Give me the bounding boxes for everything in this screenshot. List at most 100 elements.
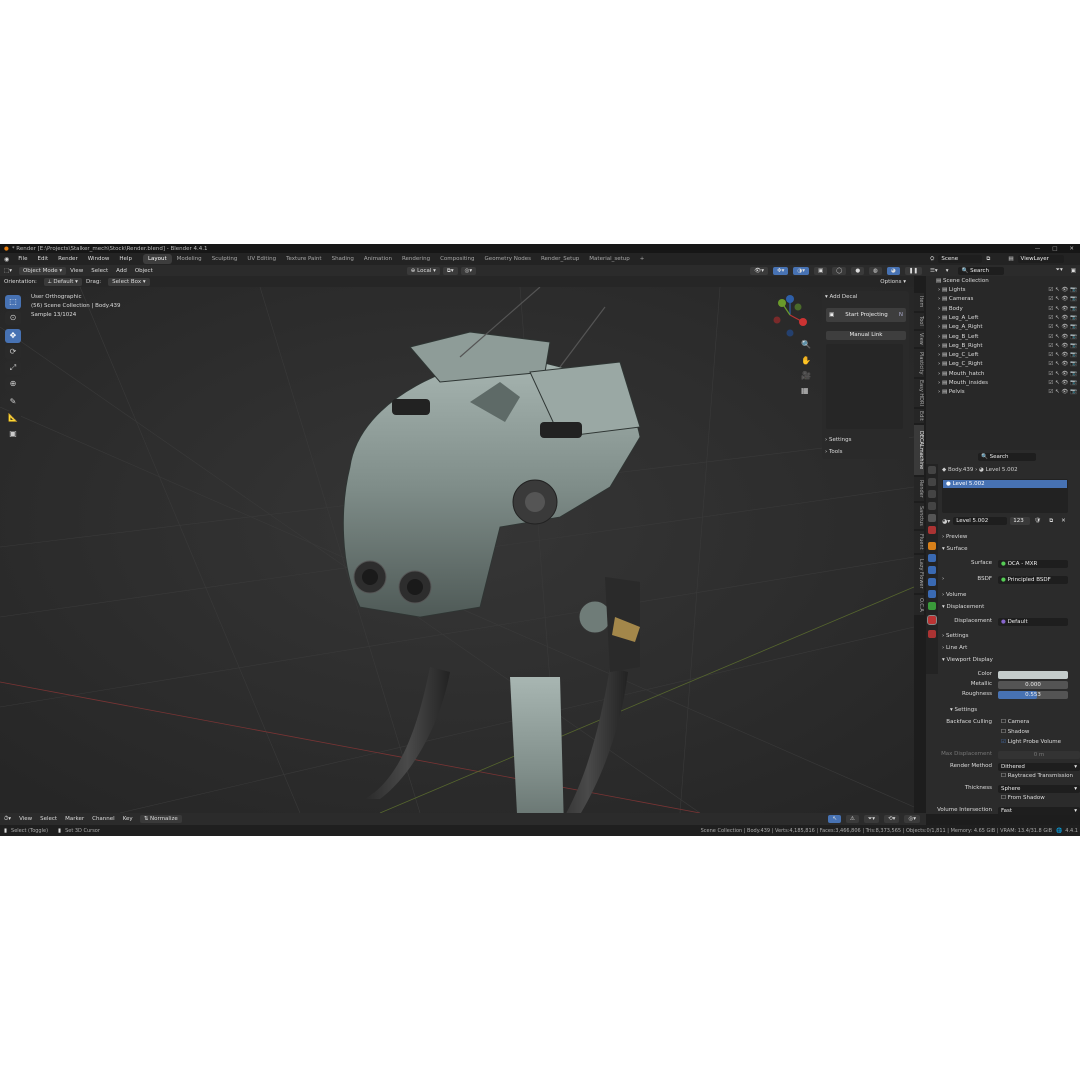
bsdf-node-field[interactable]: ● Principled BSDF [998, 576, 1068, 584]
tab-modeling[interactable]: Modeling [172, 254, 207, 264]
from-shadow-checkbox[interactable]: ☐ From Shadow [1001, 795, 1078, 805]
shadow-checkbox[interactable]: ☐ Shadow [1001, 729, 1078, 739]
menu-help[interactable]: Help [114, 256, 137, 262]
visibility-toggles-icon[interactable]: ☑ ↖ 👁 📷 [1048, 324, 1077, 330]
section-vd-settings[interactable]: ▾ Settings [950, 707, 1078, 717]
tab-layout[interactable]: Layout [142, 254, 172, 264]
material-browse-icon[interactable]: ◕▾ [942, 518, 950, 525]
timeline-marker-menu[interactable]: Marker [61, 816, 88, 822]
drag-dropdown[interactable]: Select Box ▾ [108, 277, 150, 286]
visibility-toggles-icon[interactable]: ☑ ↖ 👁 📷 [1048, 315, 1077, 321]
section-surface[interactable]: ▾ Surface [942, 546, 1078, 556]
timeline-view-menu[interactable]: View [15, 816, 36, 822]
close-icon[interactable]: ✕ [1069, 246, 1074, 252]
tab-decalmachine[interactable]: DECALmachine [914, 425, 924, 475]
tab-animation[interactable]: Animation [359, 254, 397, 264]
display-mode-icon[interactable]: ▾ [942, 268, 953, 274]
show-errors-icon[interactable]: ⚠ [845, 815, 859, 823]
constraints-tab-icon[interactable] [928, 590, 936, 598]
section-preview[interactable]: › Preview [942, 534, 1078, 544]
tab-texture-paint[interactable]: Texture Paint [281, 254, 327, 264]
cursor-tool-icon[interactable]: ⊙ [5, 311, 21, 325]
new-collection-icon[interactable]: ▣ [1067, 268, 1080, 274]
visibility-toggles-icon[interactable]: ☑ ↖ 👁 📷 [1048, 334, 1077, 340]
proportional-icon[interactable]: ◎▾ [460, 266, 477, 275]
timeline-select-menu[interactable]: Select [36, 816, 61, 822]
scene-selector[interactable]: Scene [938, 255, 983, 263]
outliner-item[interactable]: › ▤ Leg_C_Right ☑ ↖ 👁 📷 [926, 361, 1080, 370]
rotate-tool-icon[interactable]: ⟳ [5, 345, 21, 359]
roughness-slider[interactable]: 0.553 [998, 691, 1068, 699]
snap-icon[interactable]: ⧉▾ [442, 266, 458, 275]
tools-subpanel[interactable]: › Tools [825, 449, 843, 455]
outliner-item[interactable]: › ▤ Mouth_hatch ☑ ↖ 👁 📷 [926, 371, 1080, 380]
visibility-toggles-icon[interactable]: ☑ ↖ 👁 📷 [1048, 343, 1077, 349]
object-tab-icon[interactable] [928, 542, 936, 550]
unlink-material-icon[interactable]: ✕ [1057, 518, 1070, 524]
outliner-item[interactable]: › ▤ Leg_A_Left ☑ ↖ 👁 📷 [926, 315, 1080, 324]
tab-fluent[interactable]: Fluent [914, 531, 924, 553]
blender-menu-icon[interactable]: ◉ [0, 256, 13, 263]
volume-intersection-dropdown[interactable]: Fast ▾ [998, 807, 1080, 815]
view-layer-tab-icon[interactable] [928, 502, 936, 510]
tab-material-setup[interactable]: Material_setup [584, 254, 634, 264]
outliner-item[interactable]: › ▤ Body ☑ ↖ 👁 📷 [926, 306, 1080, 315]
fake-user-icon[interactable]: 🛡 [1030, 518, 1045, 524]
tab-render-setup[interactable]: Render_Setup [536, 254, 584, 264]
outliner-root[interactable]: ▤ Scene Collection [926, 278, 1080, 287]
shading-rendered-icon[interactable]: ◕ [886, 266, 900, 275]
tab-item[interactable]: Item [914, 293, 924, 311]
camera-view-icon[interactable]: 🎥 [801, 371, 811, 380]
texture-tab-icon[interactable] [928, 630, 936, 638]
visibility-icon[interactable]: 👁▾ [750, 266, 769, 275]
tab-rendering[interactable]: Rendering [397, 254, 435, 264]
xray-icon[interactable]: ▣ [813, 266, 828, 275]
tab-edit[interactable]: Edit [914, 409, 924, 423]
add-menu[interactable]: Add [112, 268, 131, 274]
visibility-toggles-icon[interactable]: ☑ ↖ 👁 📷 [1048, 371, 1077, 377]
outliner-search-input[interactable]: 🔍 Search [958, 266, 1005, 275]
view-menu[interactable]: View [66, 268, 87, 274]
section-volume[interactable]: › Volume [942, 592, 1078, 602]
gizmo-icon[interactable]: ✥▾ [773, 266, 789, 275]
copy-scene-icon[interactable]: ⧉ [982, 256, 994, 263]
outliner-item[interactable]: › ▤ Leg_C_Left ☑ ↖ 👁 📷 [926, 352, 1080, 361]
material-users-count[interactable]: 123 [1010, 517, 1031, 525]
timeline-filter-icon[interactable]: ⏷▾ [863, 815, 880, 823]
new-material-icon[interactable]: ⧉ [1045, 518, 1057, 525]
shading-wire-icon[interactable]: ◯ [832, 266, 847, 275]
object-mode-dropdown[interactable]: Object Mode ▾ [18, 266, 67, 275]
menu-window[interactable]: Window [83, 256, 115, 262]
data-tab-icon[interactable] [928, 602, 936, 610]
world-tab-icon[interactable] [928, 526, 936, 534]
tab-sculpting[interactable]: Sculpting [207, 254, 243, 264]
light-probe-checkbox[interactable]: ☑ Light Probe Volume [1001, 739, 1078, 749]
zoom-icon[interactable]: 🔍 [801, 340, 811, 349]
material-slot-item[interactable]: ● Level 5.002 [943, 480, 1067, 488]
tab-oca[interactable]: O.C.A [914, 595, 924, 615]
shading-material-icon[interactable]: ◍ [869, 266, 882, 275]
maximize-icon[interactable]: □ [1052, 246, 1057, 252]
visibility-toggles-icon[interactable]: ☑ ↖ 👁 📷 [1048, 296, 1077, 302]
menu-render[interactable]: Render [53, 256, 83, 262]
visibility-toggles-icon[interactable]: ☑ ↖ 👁 📷 [1048, 389, 1077, 395]
tab-view[interactable]: View [914, 331, 924, 347]
pivot-dropdown[interactable]: ⊕ Local ▾ [406, 266, 440, 275]
move-tool-icon[interactable]: ✥ [5, 329, 21, 343]
section-line-art[interactable]: › Line Art [942, 645, 1078, 655]
properties-search-input[interactable]: 🔍 Search [978, 453, 1036, 461]
menu-file[interactable]: File [13, 256, 32, 262]
filter-icon[interactable]: ⏷▾ [1052, 267, 1067, 274]
particles-tab-icon[interactable] [928, 566, 936, 574]
tab-lazy-flower[interactable]: Lazy Flower [914, 555, 924, 593]
editor-type-icon[interactable]: ⬚▾ [0, 268, 16, 274]
tab-geometry-nodes[interactable]: Geometry Nodes [480, 254, 536, 264]
visibility-toggles-icon[interactable]: ☑ ↖ 👁 📷 [1048, 380, 1077, 386]
viewlayer-selector[interactable]: ViewLayer [1017, 255, 1064, 263]
tab-shading[interactable]: Shading [327, 254, 359, 264]
outliner-item[interactable]: › ▤ Leg_B_Left ☑ ↖ 👁 📷 [926, 334, 1080, 343]
section-settings[interactable]: › Settings [942, 633, 1078, 643]
scale-tool-icon[interactable]: ⤢ [5, 361, 21, 375]
add-workspace-icon[interactable]: + [635, 254, 650, 264]
object-menu[interactable]: Object [131, 268, 157, 274]
